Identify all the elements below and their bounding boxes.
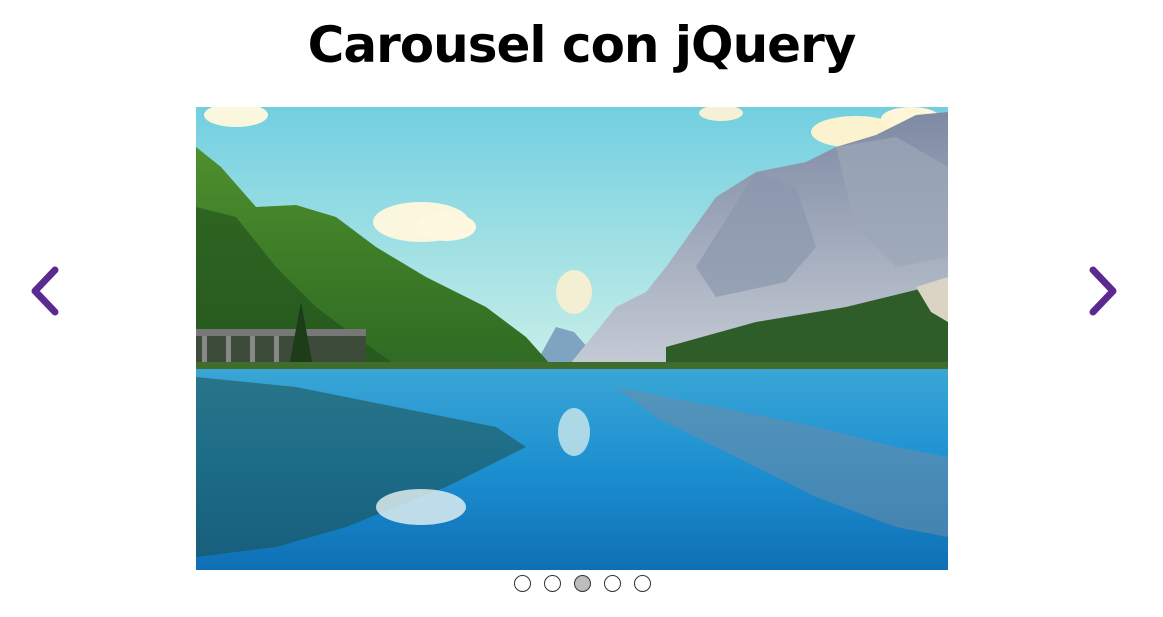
carousel-dot-2[interactable] — [544, 574, 561, 592]
next-slide-button[interactable] — [1084, 258, 1124, 324]
carousel-slide-image — [196, 107, 948, 570]
page-title: Carousel con jQuery — [307, 16, 857, 74]
chevron-right-icon — [1089, 266, 1117, 316]
carousel-dot-4[interactable] — [604, 574, 621, 592]
carousel-dot-3[interactable] — [574, 574, 591, 592]
carousel-pagination — [0, 573, 1163, 593]
prev-slide-button[interactable] — [24, 258, 64, 324]
carousel-page: Carousel con jQuery — [0, 0, 1163, 617]
carousel-dot-5[interactable] — [634, 574, 651, 592]
carousel-dot-1[interactable] — [514, 574, 531, 592]
chevron-left-icon — [31, 266, 59, 316]
